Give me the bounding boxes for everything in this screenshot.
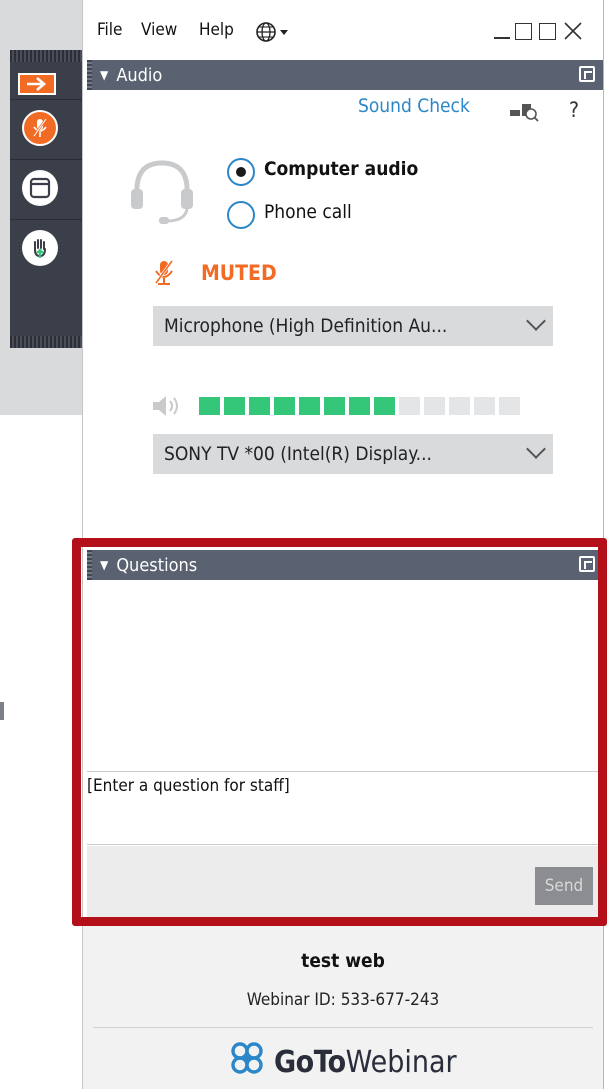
- panel-grip[interactable]: [87, 550, 92, 580]
- computer-audio-label[interactable]: Computer audio: [264, 158, 418, 180]
- gotowebinar-flower-icon: [226, 1040, 268, 1084]
- questions-panel-title: Questions: [116, 554, 198, 576]
- chevron-down-icon[interactable]: [526, 439, 546, 459]
- meter-segment: [499, 397, 520, 415]
- gotowebinar-control-panel: File View Help ▼ Audio Sound Check ? Com…: [82, 0, 604, 1089]
- microphone-select-value: Microphone (High Definition Au...: [164, 315, 448, 337]
- questions-log[interactable]: [87, 582, 603, 770]
- toolbar-item-raise-hand[interactable]: [10, 220, 82, 280]
- question-input-placeholder: [Enter a question for staff]: [87, 776, 290, 796]
- popout-icon[interactable]: [579, 556, 595, 572]
- toolbar-item-screen[interactable]: [10, 160, 82, 220]
- headset-icon: [127, 155, 197, 231]
- toolbar-grip-top[interactable]: [10, 50, 82, 62]
- audio-panel-header[interactable]: ▼ Audio: [87, 60, 603, 90]
- microphone-muted-status-icon: [153, 258, 175, 290]
- toolbar-item-microphone[interactable]: [10, 100, 82, 160]
- toolbar-grip-bottom[interactable]: [10, 336, 82, 348]
- microphone-select[interactable]: Microphone (High Definition Au...: [153, 306, 553, 346]
- restore-icon[interactable]: [539, 23, 556, 40]
- menu-view[interactable]: View: [141, 20, 177, 40]
- sound-check-link[interactable]: Sound Check: [358, 95, 470, 117]
- gotowebinar-logo: GoToWebinar: [226, 1040, 457, 1084]
- speaker-icon: [151, 394, 185, 422]
- meter-segment: [199, 397, 220, 415]
- raise-hand-icon[interactable]: [22, 230, 58, 266]
- questions-panel-header[interactable]: ▼ Questions: [87, 550, 603, 580]
- popout-icon[interactable]: [579, 66, 595, 82]
- globe-icon[interactable]: [255, 21, 293, 47]
- chevron-down-icon[interactable]: [526, 311, 546, 331]
- maximize-icon[interactable]: [515, 23, 532, 40]
- meter-segment: [274, 397, 295, 415]
- collapse-triangle-icon[interactable]: ▼: [100, 558, 108, 572]
- close-icon[interactable]: [563, 21, 583, 45]
- menu-bar: File View Help: [83, 10, 603, 56]
- computer-audio-radio[interactable]: [227, 158, 255, 186]
- meter-segment: [224, 397, 245, 415]
- audio-panel-title: Audio: [116, 64, 163, 86]
- control-toolbar: [10, 50, 82, 348]
- microphone-muted-icon[interactable]: [22, 110, 58, 146]
- meter-segment: [374, 397, 395, 415]
- footer-divider: [93, 1027, 593, 1028]
- menu-help[interactable]: Help: [199, 20, 234, 40]
- meter-segment: [449, 397, 470, 415]
- audio-settings-icon[interactable]: [509, 100, 539, 126]
- toolbar-item-collapse[interactable]: [10, 62, 82, 100]
- arrow-right-icon[interactable]: [18, 73, 56, 95]
- meter-segment: [424, 397, 445, 415]
- question-input[interactable]: [Enter a question for staff]: [87, 771, 603, 845]
- phone-call-label[interactable]: Phone call: [264, 201, 352, 223]
- meter-segment: [249, 397, 270, 415]
- session-name: test web: [301, 950, 385, 972]
- meter-segment: [349, 397, 370, 415]
- menu-file[interactable]: File: [97, 20, 122, 40]
- meter-segment: [474, 397, 495, 415]
- window-icon[interactable]: [22, 170, 58, 206]
- webinar-id: Webinar ID: 533-677-243: [246, 990, 440, 1010]
- collapse-triangle-icon[interactable]: ▼: [100, 68, 108, 82]
- meter-segment: [324, 397, 345, 415]
- meter-segment: [299, 397, 320, 415]
- panel-grip[interactable]: [87, 60, 92, 90]
- meter-segment: [399, 397, 420, 415]
- help-button[interactable]: ?: [569, 98, 579, 122]
- speaker-select[interactable]: SONY TV *00 (Intel(R) Display...: [153, 434, 553, 474]
- brand-webinar: Webinar: [345, 1044, 457, 1080]
- brand-goto: GoTo: [274, 1044, 346, 1080]
- speaker-select-value: SONY TV *00 (Intel(R) Display...: [164, 443, 432, 465]
- minimize-icon[interactable]: [494, 37, 510, 39]
- questions-footer: [87, 846, 603, 918]
- muted-status: MUTED: [201, 261, 277, 285]
- left-edge-marker: [0, 702, 4, 720]
- send-button[interactable]: Send: [535, 867, 593, 905]
- phone-call-radio[interactable]: [227, 201, 255, 229]
- speaker-level-meter: [199, 397, 520, 415]
